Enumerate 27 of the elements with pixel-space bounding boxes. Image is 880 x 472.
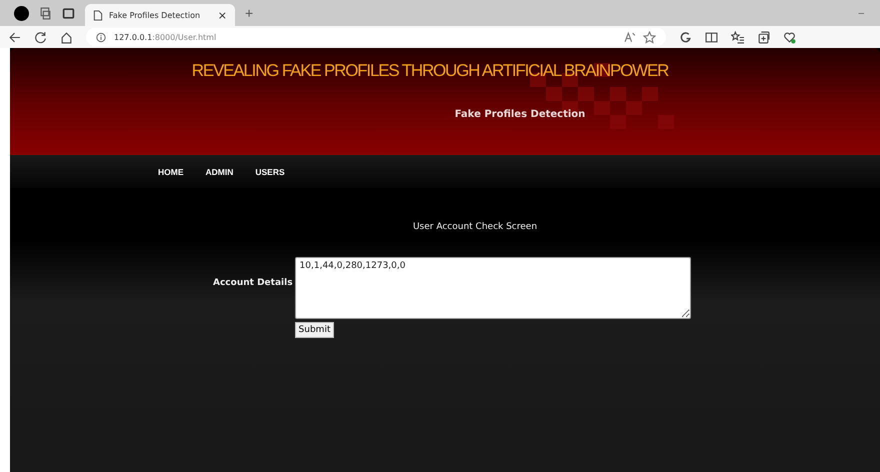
- nav-link[interactable]: HOME: [158, 166, 184, 176]
- split-screen-icon[interactable]: [705, 30, 718, 44]
- field-label: Account Details: [213, 278, 293, 290]
- back-icon[interactable]: [8, 30, 21, 44]
- browser-tab[interactable]: Fake Profiles Detection ×: [85, 4, 235, 26]
- new-tab-button[interactable]: +: [245, 5, 254, 21]
- page-icon: [93, 10, 103, 20]
- profile-icon[interactable]: [14, 6, 29, 20]
- nav-link[interactable]: USERS: [255, 166, 285, 176]
- refresh-icon[interactable]: [34, 30, 47, 44]
- home-icon[interactable]: [60, 30, 73, 44]
- submit-button[interactable]: Submit: [294, 322, 334, 338]
- address-field[interactable]: 127.0.0.1:8000/User.html: [86, 28, 666, 46]
- favorites-icon[interactable]: [731, 30, 744, 44]
- minimize-button[interactable]: –: [852, 6, 870, 20]
- site-subtitle: Fake Profiles Detection: [454, 109, 586, 120]
- form-heading: User Account Check Screen: [412, 222, 538, 232]
- heart-icon[interactable]: [783, 30, 796, 44]
- workspaces-icon[interactable]: [39, 6, 52, 20]
- tab-actions-icon[interactable]: [62, 6, 75, 20]
- star-icon[interactable]: [643, 30, 656, 44]
- read-aloud-icon[interactable]: [624, 30, 637, 44]
- info-icon[interactable]: [96, 32, 106, 42]
- account-details-field[interactable]: 10,1,44,0,280,1273,0,0: [294, 257, 691, 319]
- collections-icon[interactable]: [757, 30, 770, 44]
- nav-link[interactable]: ADMIN: [206, 166, 234, 176]
- site-title: REVEALING FAKE PROFILES THROUGH ARTIFICIAL BRAINPOWER: [192, 61, 668, 81]
